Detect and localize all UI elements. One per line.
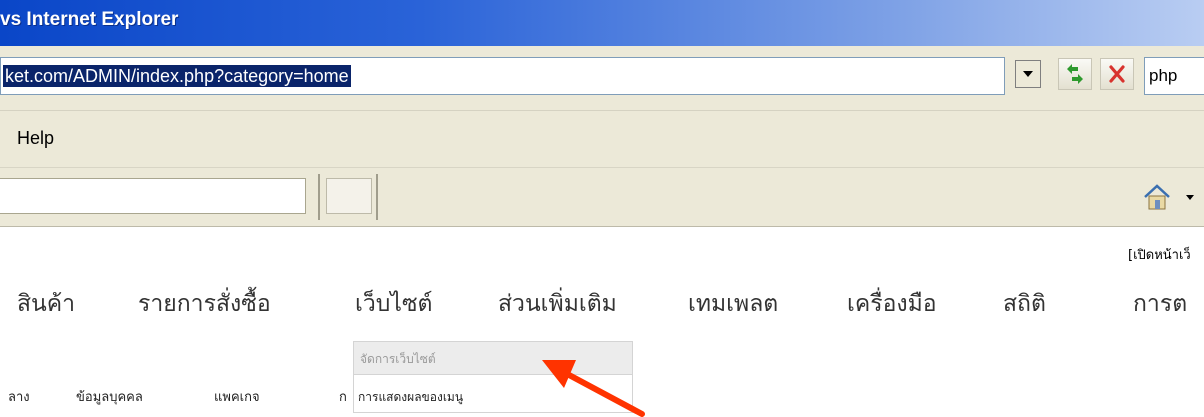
stop-button[interactable] xyxy=(1100,58,1134,90)
menu-bar: Help xyxy=(0,111,1204,168)
nav-stats[interactable]: สถิติ xyxy=(1003,286,1046,322)
address-dropdown-button[interactable] xyxy=(1015,60,1041,88)
menu-help[interactable]: Help xyxy=(17,128,54,149)
open-site-link[interactable]: [เปิดหน้าเว็ xyxy=(1128,244,1191,265)
toolbar-input[interactable] xyxy=(0,178,306,214)
title-bar: vs Internet Explorer xyxy=(0,0,1204,46)
nav-more[interactable]: การต xyxy=(1133,286,1187,322)
refresh-button[interactable] xyxy=(1058,58,1092,90)
toolbar-button[interactable] xyxy=(326,178,372,214)
stop-icon xyxy=(1109,65,1125,83)
nav-orders[interactable]: รายการสั่งซื้อ xyxy=(138,286,271,322)
refresh-icon xyxy=(1067,64,1083,84)
nav-website[interactable]: เว็บไซต์ xyxy=(355,286,433,322)
address-url: ket.com/ADMIN/index.php?category=home xyxy=(3,65,351,87)
nav-products[interactable]: สินค้า xyxy=(17,286,75,322)
window-title: vs Internet Explorer xyxy=(0,9,179,30)
dropdown-item-label: การแสดงผลของเมนู xyxy=(358,390,464,404)
annotation-arrow xyxy=(542,360,645,417)
subnav-item[interactable]: แพคเกจ xyxy=(214,386,260,407)
nav-extensions[interactable]: ส่วนเพิ่มเติม xyxy=(498,286,617,322)
home-dropdown-icon[interactable] xyxy=(1186,195,1194,200)
subnav-item[interactable]: ข้อมูลบุคคล xyxy=(76,386,143,407)
address-input[interactable]: ket.com/ADMIN/index.php?category=home xyxy=(0,57,1005,95)
address-bar-row: ket.com/ADMIN/index.php?category=home ph… xyxy=(0,46,1204,111)
subnav-item[interactable]: ก xyxy=(339,386,347,407)
search-value: php xyxy=(1149,66,1178,85)
home-icon[interactable] xyxy=(1142,182,1172,212)
dropdown-item-label: จัดการเว็บไซต์ xyxy=(360,352,436,366)
subnav-item[interactable]: ลาง xyxy=(8,386,30,407)
nav-templates[interactable]: เทมเพลต xyxy=(688,286,778,322)
toolbar-separator xyxy=(318,174,320,220)
nav-tools[interactable]: เครื่องมือ xyxy=(847,286,937,322)
search-input[interactable]: php xyxy=(1144,57,1204,95)
toolbar-separator xyxy=(376,174,378,220)
toolbar-row xyxy=(0,168,1204,227)
